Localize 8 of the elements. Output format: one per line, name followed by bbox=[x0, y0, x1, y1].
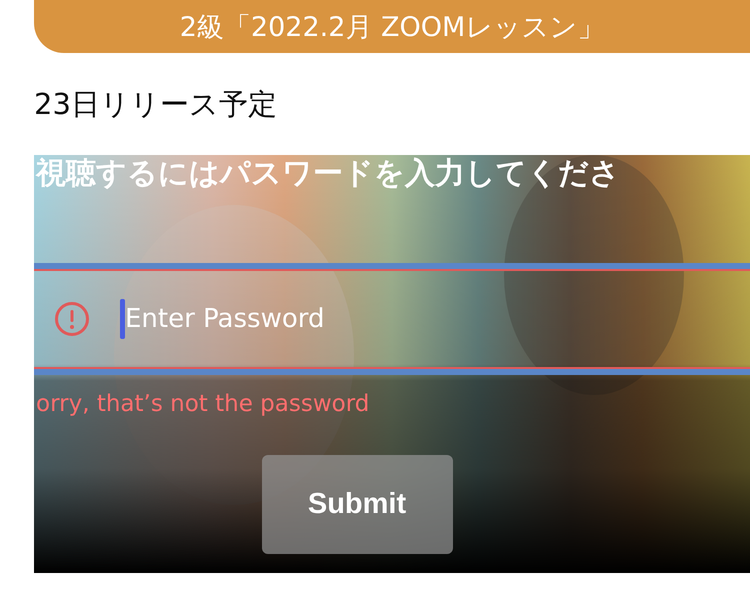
error-message: orry, that’s not the password bbox=[35, 391, 370, 417]
text-cursor bbox=[120, 299, 125, 339]
alert-icon bbox=[54, 301, 90, 337]
lesson-title: 2級「2022.2月 ZOOMレッスン」 bbox=[180, 10, 604, 44]
password-prompt: 視聴するにはパスワードを入力してくださ bbox=[34, 155, 620, 193]
password-field[interactable]: Enter Password bbox=[125, 304, 625, 334]
submit-button[interactable]: Submit bbox=[262, 455, 452, 554]
release-note: 23日リリース予定 bbox=[34, 86, 278, 123]
